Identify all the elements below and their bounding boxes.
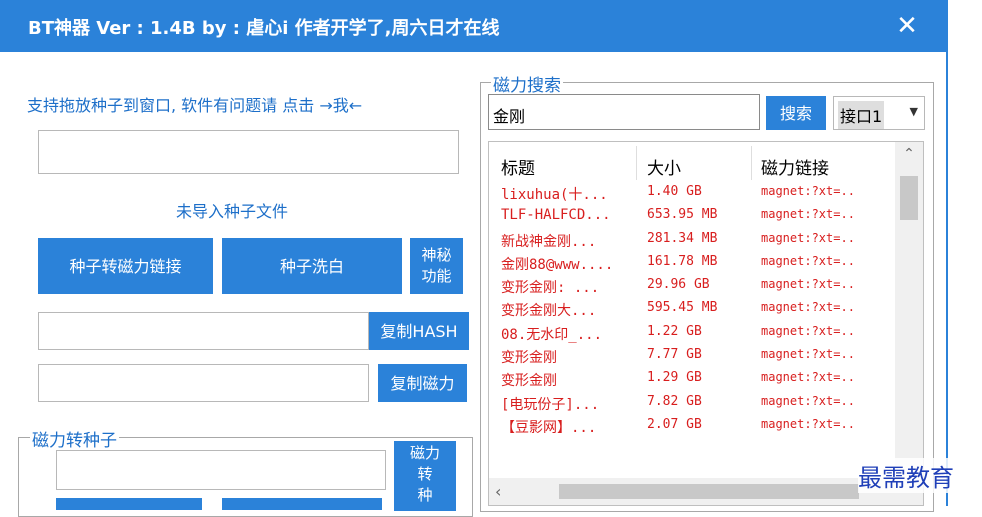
magnet-input[interactable] bbox=[56, 450, 386, 490]
result-link: magnet:?xt=.. bbox=[761, 323, 855, 338]
magnet-field[interactable] bbox=[38, 364, 369, 402]
result-size: 1.29 GB bbox=[647, 370, 702, 386]
window-title: BT神器 Ver : 1.4B by : 虐心i 作者开学了,周六日才在线 bbox=[28, 18, 500, 39]
result-link: magnet:?xt=.. bbox=[761, 230, 855, 245]
result-title: 【豆影网】... bbox=[501, 419, 597, 436]
torrent-drop-field[interactable] bbox=[38, 130, 459, 174]
watermark: 最需教育 bbox=[858, 458, 954, 493]
result-row[interactable]: 变形金刚 1.29 GB magnet:?xt=.. bbox=[489, 368, 895, 391]
magnet-to-torrent-legend: 磁力转种子 bbox=[30, 426, 119, 451]
copy-hash-button[interactable]: 复制HASH bbox=[369, 312, 469, 350]
result-row[interactable]: 【豆影网】... 2.07 GB magnet:?xt=.. bbox=[489, 415, 895, 438]
hint-text[interactable]: 支持拖放种子到窗口, 软件有问题请 点击 →我← bbox=[27, 92, 362, 116]
interface-select[interactable]: 接口1 ▼ bbox=[833, 96, 925, 130]
column-separator bbox=[636, 146, 637, 180]
vertical-scroll-thumb[interactable] bbox=[900, 176, 918, 220]
column-separator bbox=[751, 146, 752, 180]
result-row[interactable]: [电玩份子]... 7.82 GB magnet:?xt=.. bbox=[489, 392, 895, 415]
result-row[interactable]: 变形金刚: ... 29.96 GB magnet:?xt=.. bbox=[489, 275, 895, 298]
results-header: 标题 大小 磁力链接 bbox=[489, 142, 895, 182]
results-rows: lixuhua(十... 1.40 GB magnet:?xt=.. TLF-HAL… bbox=[489, 182, 895, 438]
hash-field[interactable] bbox=[38, 312, 369, 350]
result-size: 2.07 GB bbox=[647, 416, 702, 432]
horizontal-scrollbar[interactable]: ‹ bbox=[489, 478, 895, 505]
title-bar: BT神器 Ver : 1.4B by : 虐心i 作者开学了,周六日才在线 ✕ bbox=[0, 0, 947, 52]
result-size: 29.96 GB bbox=[647, 277, 710, 293]
scroll-up-icon[interactable]: ⌃ bbox=[895, 146, 923, 168]
result-row[interactable]: 变形金刚 7.77 GB magnet:?xt=.. bbox=[489, 345, 895, 368]
torrent-status: 未导入种子文件 bbox=[176, 202, 289, 221]
magnet-to-torrent-button[interactable]: 磁力 转 种 bbox=[394, 441, 456, 511]
column-header-title[interactable]: 标题 bbox=[501, 154, 535, 179]
result-link: magnet:?xt=.. bbox=[761, 184, 855, 198]
result-row[interactable]: 变形金刚大... 595.45 MB magnet:?xt=.. bbox=[489, 298, 895, 321]
cut-off-button-left[interactable] bbox=[56, 498, 202, 510]
result-link: magnet:?xt=.. bbox=[761, 300, 855, 315]
result-link: magnet:?xt=.. bbox=[761, 253, 855, 268]
copy-magnet-button[interactable]: 复制磁力 bbox=[378, 364, 467, 402]
column-header-magnet[interactable]: 磁力链接 bbox=[761, 154, 829, 179]
result-row[interactable]: 新战神金刚... 281.34 MB magnet:?xt=.. bbox=[489, 229, 895, 252]
vertical-scrollbar[interactable]: ⌃ bbox=[895, 142, 923, 505]
result-title: TLF-HALFCD... bbox=[501, 207, 611, 224]
magnet-search-legend: 磁力搜索 bbox=[491, 71, 563, 96]
result-title: 变形金刚: ... bbox=[501, 280, 600, 297]
horizontal-scroll-thumb[interactable] bbox=[559, 484, 859, 499]
result-link: magnet:?xt=.. bbox=[761, 393, 855, 408]
result-title: 变形金刚大... bbox=[501, 303, 597, 320]
search-input[interactable]: 金刚 bbox=[488, 94, 760, 130]
result-size: 281.34 MB bbox=[647, 230, 718, 246]
result-size: 7.77 GB bbox=[647, 347, 702, 363]
result-link: magnet:?xt=.. bbox=[761, 370, 855, 385]
result-row[interactable]: TLF-HALFCD... 653.95 MB magnet:?xt=.. bbox=[489, 205, 895, 228]
result-title: [电玩份子]... bbox=[501, 396, 600, 413]
chevron-down-icon: ▼ bbox=[909, 105, 918, 118]
result-size: 595.45 MB bbox=[647, 300, 718, 316]
result-size: 653.95 MB bbox=[647, 207, 718, 223]
secret-function-button[interactable]: 神秘 功能 bbox=[410, 238, 463, 294]
result-link: magnet:?xt=.. bbox=[761, 416, 855, 431]
torrent-wash-button[interactable]: 种子洗白 bbox=[222, 238, 402, 294]
result-title: 08.无水印_... bbox=[501, 326, 603, 343]
torrent-to-magnet-button[interactable]: 种子转磁力链接 bbox=[38, 238, 213, 294]
close-button[interactable]: ✕ bbox=[892, 12, 922, 40]
result-row[interactable]: 金刚88@www.... 161.78 MB magnet:?xt=.. bbox=[489, 252, 895, 275]
column-header-size[interactable]: 大小 bbox=[647, 154, 681, 179]
result-link: magnet:?xt=.. bbox=[761, 277, 855, 292]
result-row[interactable]: 08.无水印_... 1.22 GB magnet:?xt=.. bbox=[489, 322, 895, 345]
window-border bbox=[946, 0, 948, 506]
result-title: 新战神金刚... bbox=[501, 233, 597, 250]
result-size: 1.22 GB bbox=[647, 323, 702, 339]
result-title: 变形金刚 bbox=[501, 350, 557, 367]
cut-off-button-right[interactable] bbox=[222, 498, 382, 510]
result-title: 变形金刚 bbox=[501, 373, 557, 390]
search-button[interactable]: 搜索 bbox=[766, 96, 826, 130]
result-title: lixuhua(十... bbox=[501, 187, 608, 203]
result-size: 1.40 GB bbox=[647, 184, 702, 199]
result-title: 金刚88@www.... bbox=[501, 256, 614, 273]
result-size: 7.82 GB bbox=[647, 393, 702, 409]
interface-selected: 接口1 bbox=[838, 101, 885, 129]
result-link: magnet:?xt=.. bbox=[761, 207, 855, 222]
scroll-left-icon[interactable]: ‹ bbox=[495, 482, 501, 501]
results-list[interactable]: 标题 大小 磁力链接 lixuhua(十... 1.40 GB magnet:?xt… bbox=[488, 141, 924, 506]
result-link: magnet:?xt=.. bbox=[761, 347, 855, 362]
result-row[interactable]: lixuhua(十... 1.40 GB magnet:?xt=.. bbox=[489, 182, 895, 205]
result-size: 161.78 MB bbox=[647, 253, 718, 269]
